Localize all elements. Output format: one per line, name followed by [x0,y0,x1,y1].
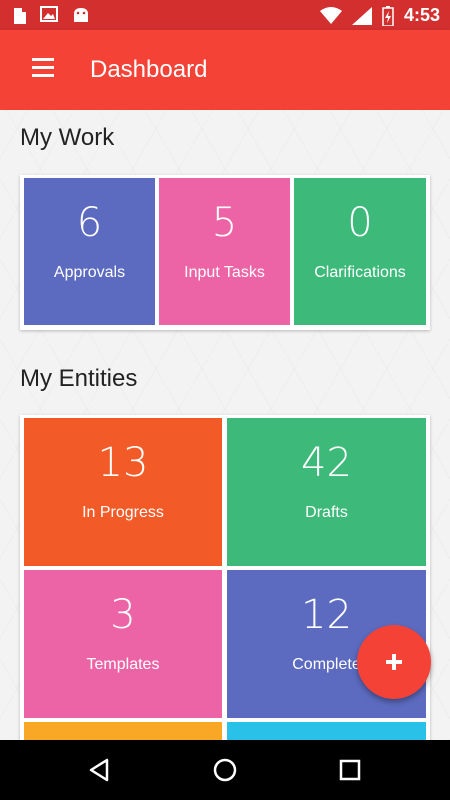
wifi-icon [319,6,342,24]
tile-input-tasks[interactable]: 5 Input Tasks [159,178,290,325]
tile-label: Drafts [305,504,348,521]
tile-count: 6 [76,200,103,246]
app-bar: Dashboard [0,30,450,110]
tile-count: 3 [110,592,136,638]
status-bar: 4:53 [0,0,450,30]
battery-icon [382,5,394,26]
tile-label: In Progress [82,504,164,521]
tile-label: Templates [86,656,160,673]
tile-count: 5 [211,200,238,246]
nav-bar [0,740,450,800]
tile-count: 0 [347,200,373,246]
my-work-heading: My Work [20,124,115,151]
download-icon [14,8,26,24]
home-icon[interactable] [210,755,240,785]
tile-templates[interactable]: 3 Templates [24,570,222,718]
tile-clarifications[interactable]: 0 Clarifications [294,178,426,325]
add-fab-button[interactable] [357,625,431,699]
my-entities-card: 13 In Progress 42 Drafts 3 Templates 12 … [20,415,430,755]
status-time: 4:53 [403,5,440,25]
tile-label: Clarifications [314,264,406,281]
back-icon[interactable] [85,755,115,785]
hamburger-menu-icon[interactable] [32,58,54,82]
tile-count: 42 [301,440,352,486]
signal-icon [351,6,372,25]
tile-label: Input Tasks [184,264,265,281]
image-icon [40,6,58,22]
tile-drafts[interactable]: 42 Drafts [227,418,426,566]
my-work-card: 6 Approvals 5 Input Tasks 0 Clarificatio… [20,175,430,330]
recents-icon[interactable] [335,755,365,785]
android-icon [74,8,88,22]
tile-label: Approvals [53,264,126,281]
my-entities-heading: My Entities [20,365,138,392]
tile-in-progress[interactable]: 13 In Progress [24,418,222,566]
page-title: Dashboard [90,56,208,83]
tile-approvals[interactable]: 6 Approvals [24,178,155,325]
tile-count: 13 [97,440,149,486]
plus-icon [386,654,402,670]
